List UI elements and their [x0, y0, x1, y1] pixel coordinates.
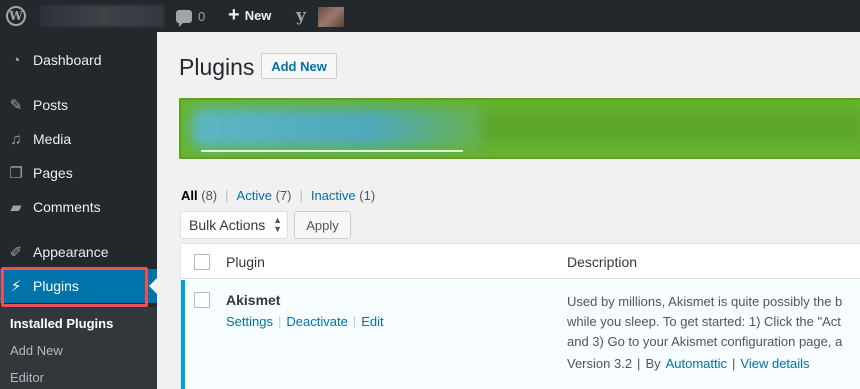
notice-blurred-area — [481, 112, 860, 142]
view-details-link[interactable]: View details — [740, 356, 809, 371]
table-row: Akismet Settings | Deactivate | Edit Use… — [181, 280, 860, 389]
description-line: Used by millions, Akismet is quite possi… — [567, 294, 843, 309]
by-label: By — [645, 356, 661, 371]
description-line: while you sleep. To get started: 1) Clic… — [567, 314, 841, 329]
sidebar-item-label: Posts — [33, 97, 69, 113]
plugins-table: Plugin Description Akismet Settings | De… — [180, 243, 860, 389]
add-new-button[interactable]: Add New — [261, 53, 337, 79]
wordpress-logo-icon[interactable]: W — [6, 6, 26, 26]
row-checkbox[interactable] — [194, 292, 210, 308]
pages-icon: ❐ — [9, 165, 23, 182]
notice-progress-line — [201, 150, 463, 152]
site-name-redacted[interactable] — [40, 5, 164, 27]
author-link[interactable]: Automattic — [666, 356, 727, 371]
column-header-description: Description — [567, 254, 638, 270]
submenu-add-new[interactable]: Add New — [10, 343, 63, 358]
admin-bar: W 0 + New y — [0, 0, 860, 32]
deactivate-link[interactable]: Deactivate — [286, 314, 347, 329]
media-icon: ♫ — [10, 130, 22, 148]
edit-link[interactable]: Edit — [361, 314, 383, 329]
sidebar-item-label: Pages — [33, 165, 73, 181]
filter-all[interactable]: All (8) — [181, 188, 217, 203]
plugin-meta: Version 3.2 | By Automattic | View detai… — [567, 356, 810, 371]
page-title: Plugins — [179, 54, 255, 80]
comments-icon: ▰ — [10, 199, 22, 216]
sidebar-item-media[interactable]: ♫ Media — [0, 122, 157, 156]
settings-link[interactable]: Settings — [226, 314, 273, 329]
sidebar-item-dashboard[interactable]: ◔ Dashboard — [0, 43, 157, 77]
description-line: and 3) Go to your Akismet configuration … — [567, 334, 843, 349]
action-separator: | — [352, 314, 357, 329]
sidebar-item-label: Media — [33, 131, 72, 147]
apply-button[interactable]: Apply — [294, 211, 351, 239]
table-header: Plugin Description — [181, 244, 860, 279]
brush-icon: ✐ — [9, 244, 23, 261]
bulk-actions-value: Bulk Actions — [189, 217, 266, 233]
sidebar-item-pages[interactable]: ❐ Pages — [0, 156, 157, 190]
new-content-menu[interactable]: + New — [228, 4, 272, 26]
sidebar-item-label: Appearance — [33, 244, 109, 260]
select-all-checkbox[interactable] — [194, 254, 210, 270]
comments-menu[interactable]: 0 — [176, 8, 206, 27]
user-avatar[interactable] — [318, 7, 344, 27]
filter-separator: | — [299, 188, 303, 203]
plus-icon: + — [228, 4, 240, 26]
action-separator: | — [277, 314, 282, 329]
yoast-seo-icon[interactable]: y — [296, 6, 310, 26]
comment-bubble-icon — [176, 9, 192, 27]
filter-inactive[interactable]: Inactive (1) — [311, 188, 375, 203]
meta-separator: | — [732, 356, 736, 371]
pin-icon: ✎ — [9, 97, 23, 114]
plugin-name: Akismet — [226, 292, 281, 308]
blurred-notice-banner — [179, 98, 860, 159]
select-arrows-icon: ▲ ▼ — [273, 215, 282, 234]
new-label: New — [244, 7, 272, 23]
filter-separator: | — [225, 188, 229, 203]
filter-active[interactable]: Active (7) — [237, 188, 292, 203]
sidebar-item-label: Comments — [33, 199, 101, 215]
notice-blurred-text — [191, 108, 491, 148]
plugin-status-filters: All (8) | Active (7) | Inactive (1) — [181, 188, 375, 203]
bulk-actions-select[interactable]: Bulk Actions ▲ ▼ — [180, 211, 288, 239]
sidebar-item-appearance[interactable]: ✐ Appearance — [0, 235, 157, 269]
annotation-highlight-box — [1, 267, 148, 307]
column-header-plugin[interactable]: Plugin — [226, 254, 265, 270]
current-menu-arrow — [149, 278, 157, 294]
dashboard-icon: ◔ — [11, 51, 21, 69]
row-actions: Settings | Deactivate | Edit — [226, 314, 384, 329]
plugin-description: Used by millions, Akismet is quite possi… — [567, 292, 860, 352]
submenu-installed-plugins[interactable]: Installed Plugins — [10, 316, 113, 331]
sidebar-item-posts[interactable]: ✎ Posts — [0, 88, 157, 122]
plugin-version: Version 3.2 — [567, 356, 633, 371]
sidebar-item-label: Dashboard — [33, 52, 102, 68]
plugins-submenu: Installed Plugins Add New Editor — [0, 307, 157, 389]
comments-count: 0 — [198, 8, 206, 24]
submenu-editor[interactable]: Editor — [10, 370, 44, 385]
sidebar-item-comments[interactable]: ▰ Comments — [0, 190, 157, 224]
meta-separator: | — [637, 356, 641, 371]
